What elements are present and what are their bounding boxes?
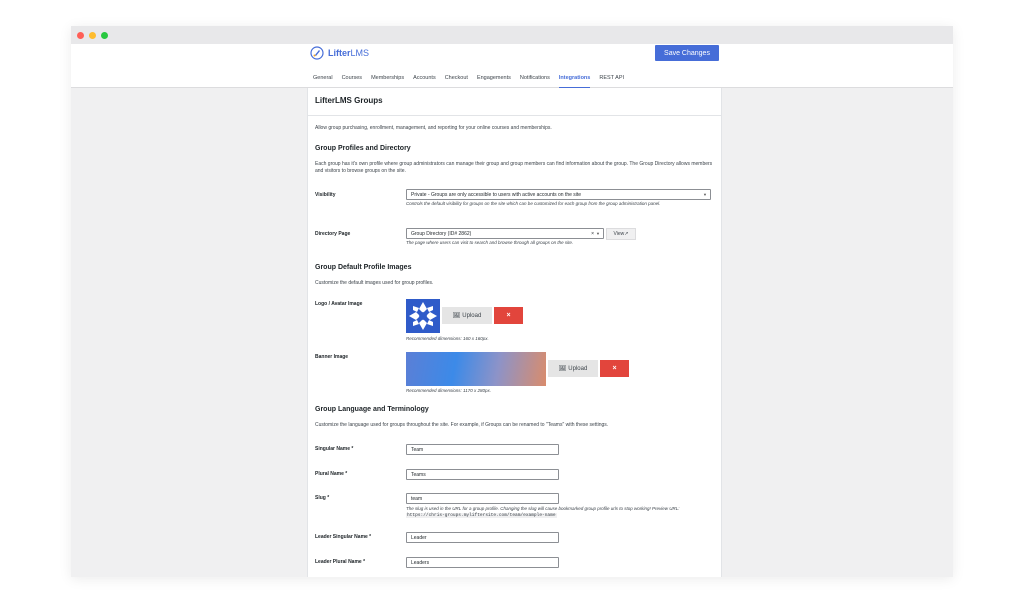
plural-name-label: Plural Name *: [315, 471, 348, 477]
brand-logo[interactable]: LifterLMS: [310, 46, 369, 60]
directory-page-label: Directory Page: [315, 231, 351, 237]
settings-header: LifterLMS Save Changes General Courses M…: [71, 44, 953, 88]
logo-image-hint: Recommended dimensions: 160 x 160px.: [406, 336, 489, 341]
banner-remove-button[interactable]: ×: [600, 360, 629, 377]
visibility-hint: Controls the default visibility for grou…: [406, 201, 661, 206]
close-icon: ×: [506, 312, 511, 319]
leader-plural-name-label: Leader Plural Name *: [315, 559, 366, 565]
tab-checkout[interactable]: Checkout: [445, 70, 468, 88]
settings-content: LifterLMS Groups Allow group purchasing,…: [307, 88, 722, 577]
settings-tabs: General Courses Memberships Accounts Che…: [313, 70, 624, 88]
brand-name: LifterLMS: [328, 48, 370, 58]
group-avatar-image: [406, 299, 440, 333]
terminology-description: Customize the language used for groups t…: [315, 422, 609, 428]
tab-rest-api[interactable]: REST API: [599, 70, 624, 88]
images-icon: 🖼: [558, 366, 567, 372]
banner-image-hint: Recommended dimensions: 1170 x 280px.: [406, 388, 491, 393]
terminology-heading: Group Language and Terminology: [315, 406, 429, 413]
tab-notifications[interactable]: Notifications: [520, 70, 550, 88]
tab-integrations[interactable]: Integrations: [558, 70, 591, 88]
images-icon: 🖼: [452, 313, 461, 319]
banner-upload-button[interactable]: 🖼 Upload: [548, 360, 598, 377]
close-icon: ×: [612, 365, 617, 372]
directory-page-hint: The page where users can visit to search…: [406, 240, 574, 245]
leader-plural-name-input[interactable]: Leaders: [406, 557, 559, 568]
logo-image-label: Logo / Avatar Image: [315, 301, 363, 307]
logo-upload-button[interactable]: 🖼 Upload: [442, 307, 492, 324]
page-title: LifterLMS Groups: [308, 88, 721, 116]
profiles-description: Each group has it's own profile where gr…: [315, 161, 713, 174]
slug-preview-url: https://chris-groups.myliftersite.com/te…: [406, 513, 557, 518]
tab-memberships[interactable]: Memberships: [371, 70, 404, 88]
close-window-dot[interactable]: [77, 31, 84, 39]
window-titlebar: [71, 26, 953, 44]
visibility-selected-value: Private - Groups are only accessible to …: [411, 192, 582, 198]
slug-hint: The slug is used in the URL for a group …: [406, 506, 680, 518]
maximize-window-dot[interactable]: [101, 31, 108, 39]
minimize-window-dot[interactable]: [89, 31, 96, 39]
slug-label: Slug *: [315, 495, 330, 501]
tab-courses[interactable]: Courses: [342, 70, 362, 88]
tab-engagements[interactable]: Engagements: [477, 70, 511, 88]
logo-remove-button[interactable]: ×: [494, 307, 523, 324]
save-changes-button[interactable]: Save Changes: [655, 45, 719, 61]
logo-image-preview: [406, 299, 440, 333]
directory-selected-value: Group Directory (ID# 2862): [411, 231, 472, 237]
chevron-down-icon: ▼: [596, 231, 600, 236]
view-directory-button[interactable]: View↗: [606, 228, 636, 240]
directory-page-select[interactable]: Group Directory (ID# 2862) × ▼: [406, 228, 604, 239]
tab-accounts[interactable]: Accounts: [413, 70, 436, 88]
images-description: Customize the default images used for gr…: [315, 280, 434, 286]
clear-selection-icon[interactable]: ×: [591, 231, 594, 237]
banner-image-preview: [406, 352, 546, 386]
chevron-down-icon: ▼: [703, 192, 707, 197]
browser-window: LifterLMS Save Changes General Courses M…: [71, 26, 953, 577]
external-link-icon: ↗: [624, 231, 629, 237]
visibility-field: Private - Groups are only accessible to …: [406, 189, 711, 207]
leader-singular-name-label: Leader Singular Name *: [315, 534, 372, 540]
visibility-label: Visibility: [315, 192, 336, 198]
tab-general[interactable]: General: [313, 70, 333, 88]
images-heading: Group Default Profile Images: [315, 264, 412, 271]
directory-page-field: Group Directory (ID# 2862) × ▼ View↗ The…: [406, 228, 646, 248]
leader-singular-name-input[interactable]: Leader: [406, 532, 559, 543]
page-intro: Allow group purchasing, enrollment, mana…: [315, 125, 552, 131]
slug-input[interactable]: team: [406, 493, 559, 504]
profiles-heading: Group Profiles and Directory: [315, 145, 411, 152]
singular-name-input[interactable]: Team: [406, 444, 559, 455]
lifterlms-rocket-icon: [310, 46, 324, 60]
banner-image-label: Banner Image: [315, 354, 349, 360]
plural-name-input[interactable]: Teams: [406, 469, 559, 480]
singular-name-label: Singular Name *: [315, 446, 354, 452]
visibility-select[interactable]: Private - Groups are only accessible to …: [406, 189, 711, 200]
